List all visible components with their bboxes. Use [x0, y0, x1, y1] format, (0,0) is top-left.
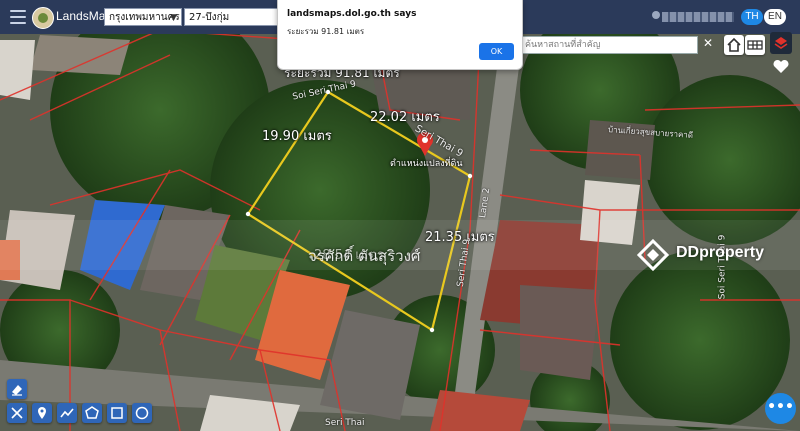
heart-icon	[773, 59, 789, 73]
grid-icon	[747, 40, 763, 50]
edge-top-distance: 22.02 เมตร	[370, 110, 440, 125]
draw-tool-button[interactable]	[7, 403, 27, 423]
edge-right-distance: 21.35 เมตร	[425, 230, 495, 245]
home-button[interactable]	[724, 35, 744, 55]
lang-en-button[interactable]: EN	[764, 9, 786, 25]
polygon-icon	[85, 406, 99, 419]
dialog-message: ระยะรวม 91.81 เมตร	[287, 27, 365, 36]
clear-search-icon[interactable]: ✕	[703, 36, 713, 50]
measure-icon	[60, 408, 74, 418]
eraser-button[interactable]	[7, 379, 27, 399]
more-options-button[interactable]: •••	[765, 393, 796, 424]
pin-label: ตำแหน่งแปลงที่ดิน	[390, 159, 463, 169]
landsmaps-logo	[32, 7, 54, 29]
pin-icon	[38, 407, 46, 419]
layers-button[interactable]	[770, 32, 792, 54]
district-select[interactable]: 27-บึงกุ่ม	[184, 8, 278, 26]
ddproperty-watermark: DDproperty	[636, 238, 776, 272]
dialog-title: landsmaps.dol.go.th says	[287, 9, 417, 19]
province-value: กรุงเทพมหานคร	[109, 12, 180, 23]
circle-icon	[135, 406, 149, 420]
circle-tool-button[interactable]	[132, 403, 152, 423]
search-input[interactable]: ค้นหาสถานที่สำคัญ	[520, 36, 698, 54]
measure-cross-icon	[11, 407, 23, 419]
rectangle-icon	[111, 407, 123, 419]
more-icon: •••	[767, 399, 794, 415]
ddproperty-logo-icon	[636, 238, 670, 272]
watermark-agent-name: จรศักดิ์ ตันสุริวงศ์	[308, 247, 421, 265]
grid-button[interactable]	[745, 35, 765, 55]
favorite-button[interactable]	[770, 56, 792, 78]
road-label-seri-thai-bottom: Seri Thai	[325, 418, 365, 428]
layers-icon	[774, 37, 788, 49]
user-icon	[652, 11, 660, 19]
district-value: 27-บึงกุ่ม	[189, 12, 230, 23]
pin-tool-button[interactable]	[32, 403, 52, 423]
ddproperty-brand: DDproperty	[676, 244, 765, 261]
polygon-tool-button[interactable]	[82, 403, 102, 423]
alert-dialog: landsmaps.dol.go.th says ระยะรวม 91.81 เ…	[277, 0, 523, 70]
home-icon	[727, 37, 741, 52]
user-info	[662, 12, 734, 22]
rectangle-tool-button[interactable]	[107, 403, 127, 423]
edge-left-distance: 19.90 เมตร	[262, 129, 332, 144]
measure-tool-button[interactable]	[57, 403, 77, 423]
lang-th-button[interactable]: TH	[741, 9, 763, 25]
chevron-down-icon: ▼	[170, 13, 177, 23]
eraser-icon	[12, 385, 22, 396]
hamburger-icon[interactable]	[10, 10, 26, 24]
province-select[interactable]: กรุงเทพมหานคร ▼	[104, 8, 182, 26]
ok-button[interactable]: OK	[479, 43, 514, 60]
